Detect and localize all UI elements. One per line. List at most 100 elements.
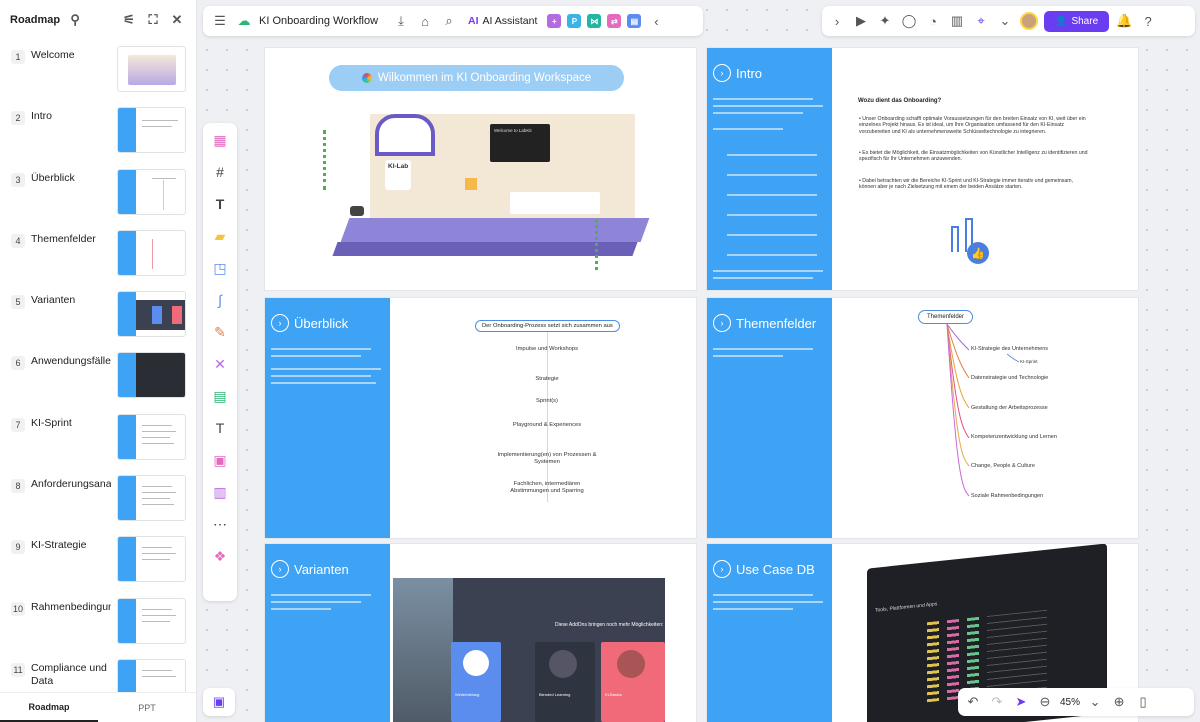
slides-sidebar: Roadmap ⚲ ⚟ ⛶ ✕ 1 Welcome 2 Intro 3 Über… — [0, 0, 197, 722]
flow-icon[interactable]: ⇄ — [607, 14, 622, 28]
undo-icon[interactable]: ↶ — [964, 693, 982, 711]
slide-heading: Intro — [736, 65, 763, 81]
slide-item-11[interactable]: 11 Compliance und Data — [0, 655, 196, 692]
menu-icon[interactable]: ☰ — [211, 12, 229, 30]
ai-icon: AI — [468, 15, 479, 27]
magic-plus-icon[interactable]: + — [547, 14, 562, 28]
avatar[interactable] — [1020, 12, 1038, 30]
vote-icon[interactable]: ▥ — [948, 12, 966, 30]
mindmap-branch: Kompetenzentwicklung und Lernen — [971, 434, 1057, 440]
slide-item-5[interactable]: 5 Varianten — [0, 287, 196, 348]
template-icon[interactable]: ▦ — [210, 129, 230, 151]
tab-roadmap[interactable]: Roadmap — [0, 693, 98, 722]
card-icon[interactable]: ▣ — [210, 449, 230, 471]
right-toolbar: › ▶ ✦ ◯ ◔ ▥ ⌖ ⌄ 👤 Share 🔔 ? — [822, 6, 1195, 36]
share-button[interactable]: 👤 Share — [1044, 10, 1110, 32]
minimap-button[interactable]: ▣ — [203, 688, 235, 716]
kanban-icon[interactable]: ▥ — [210, 481, 230, 503]
flow-step: Impulse und Workshops — [515, 346, 579, 352]
bell-icon[interactable]: 🔔 — [1115, 12, 1133, 30]
share-nodes-icon[interactable]: ⋈ — [587, 14, 602, 28]
slide-item-9[interactable]: 9 KI-Strategie — [0, 532, 196, 593]
mindmap-icon[interactable]: ✕ — [210, 353, 230, 375]
chevron-right-icon: › — [713, 64, 731, 82]
slide-heading: Use Case DB — [736, 561, 815, 577]
frame-icon[interactable]: # — [210, 161, 230, 183]
mindmap-branch: Soziale Rahmenbedingungen — [971, 493, 1044, 499]
celebrate-icon[interactable]: ✦ — [876, 12, 894, 30]
app-title: Tools, Plattformen und Apps — [875, 601, 938, 614]
search-icon[interactable]: ⌕ — [440, 12, 458, 30]
slide-intro[interactable]: › Intro Wozu dient das Onboarding? • Unse… — [707, 48, 1138, 290]
slide-item-6[interactable]: 6 Anwendungsfälle — [0, 348, 196, 409]
tag-icon[interactable]: ⌂ — [416, 12, 434, 30]
more-icon[interactable]: ⋯ — [210, 513, 230, 535]
intro-sidebar: › Intro — [707, 48, 832, 290]
chevron-down-icon[interactable]: ⌄ — [1086, 693, 1104, 711]
slide-item-3[interactable]: 3 Überblick — [0, 165, 196, 226]
slide-number: 9 — [11, 540, 25, 555]
slide-label: Intro — [31, 110, 53, 123]
table-icon[interactable]: ▤ — [210, 385, 230, 407]
expand-icon[interactable]: ⛶ — [144, 11, 162, 29]
slide-number: 6 — [11, 356, 25, 371]
intro-question: Wozu dient das Onboarding? — [858, 98, 942, 104]
chat-icon[interactable]: ▤ — [627, 14, 642, 28]
mindmap-branch: KI-Sprint — [1020, 359, 1038, 364]
slide-item-2[interactable]: 2 Intro — [0, 103, 196, 164]
double-chevron-down-icon[interactable]: ⌄ — [996, 12, 1014, 30]
timer-icon[interactable]: ◔ — [924, 12, 942, 30]
slide-item-10[interactable]: 10 Rahmenbedingun — [0, 594, 196, 655]
cursor-share-icon[interactable]: ⌖ — [972, 12, 990, 30]
apps-icon[interactable]: ❖ — [210, 545, 230, 567]
shape-icon[interactable]: ◳ — [210, 257, 230, 279]
slide-ueberblick[interactable]: › Überblick Der Onboarding-Prozess setzt … — [265, 298, 696, 538]
redo-icon[interactable]: ↷ — [988, 693, 1006, 711]
slide-welcome[interactable]: Wilkommen im KI Onboarding Workspace Wel… — [265, 48, 696, 290]
slide-number: 10 — [11, 601, 25, 616]
book-icon[interactable]: ▯ — [1134, 693, 1152, 711]
mindmap-branch: Datenstrategie und Technologie — [971, 375, 1049, 381]
play-icon[interactable]: ▶ — [852, 12, 870, 30]
flow-step: Playground & Experiences — [512, 422, 582, 428]
zoom-in-icon[interactable]: ⊕ — [1110, 693, 1128, 711]
sidebar-header: Roadmap ⚲ ⚟ ⛶ ✕ — [0, 0, 196, 40]
slide-item-4[interactable]: 4 Themenfelder — [0, 226, 196, 287]
chevron-right-icon[interactable]: › — [828, 12, 846, 30]
addons-title: Diese AddOns bringen noch mehr Möglichke… — [555, 622, 664, 628]
pen-icon[interactable]: ✎ — [210, 321, 230, 343]
zoom-level[interactable]: 45% — [1060, 697, 1080, 708]
slide-item-8[interactable]: 8 Anforderungsana — [0, 471, 196, 532]
slide-heading: Überblick — [294, 315, 349, 331]
document-title[interactable]: KI Onboarding Workflow — [259, 15, 378, 27]
usecase-sidebar: › Use Case DB — [707, 544, 832, 722]
text-box-icon[interactable]: T — [210, 417, 230, 439]
comment-icon[interactable]: ◯ — [900, 12, 918, 30]
help-icon[interactable]: ? — [1139, 12, 1157, 30]
tab-ppt[interactable]: PPT — [98, 693, 196, 722]
growth-icon: 👍 — [947, 216, 997, 272]
connector-icon[interactable]: ∫ — [210, 289, 230, 311]
slide-themenfelder[interactable]: › Themenfelder Themenfelder KI-Strategie … — [707, 298, 1138, 538]
user-pin-icon[interactable]: ⚲ — [66, 11, 84, 29]
sticky-note-icon[interactable]: ▰ — [210, 225, 230, 247]
text-icon[interactable]: T — [210, 193, 230, 215]
slide-item-1[interactable]: 1 Welcome — [0, 42, 196, 103]
download-icon[interactable]: ⤓ — [392, 12, 410, 30]
slide-thumbnail — [117, 536, 186, 583]
sliders-icon[interactable]: ⚟ — [120, 11, 138, 29]
ai-assistant-button[interactable]: AI AI Assistant — [468, 15, 537, 27]
user-plus-icon: 👤 — [1055, 15, 1068, 27]
p-app-icon[interactable]: P — [567, 14, 582, 28]
slide-number: 11 — [11, 662, 25, 677]
mindmap-branches — [946, 323, 1020, 497]
slide-varianten[interactable]: › Varianten Diese AddOns bringen noch meh… — [265, 544, 696, 722]
select-cursor-icon[interactable]: ➤ — [1012, 693, 1030, 711]
chevron-left-icon[interactable]: ‹ — [647, 12, 665, 30]
close-icon[interactable]: ✕ — [168, 11, 186, 29]
sidebar-footer-tabs: Roadmap PPT — [0, 692, 196, 722]
slide-item-7[interactable]: 7 KI-Sprint — [0, 410, 196, 471]
slide-number: 7 — [11, 417, 25, 432]
slide-label: Anwendungsfälle — [31, 355, 111, 368]
zoom-out-icon[interactable]: ⊖ — [1036, 693, 1054, 711]
